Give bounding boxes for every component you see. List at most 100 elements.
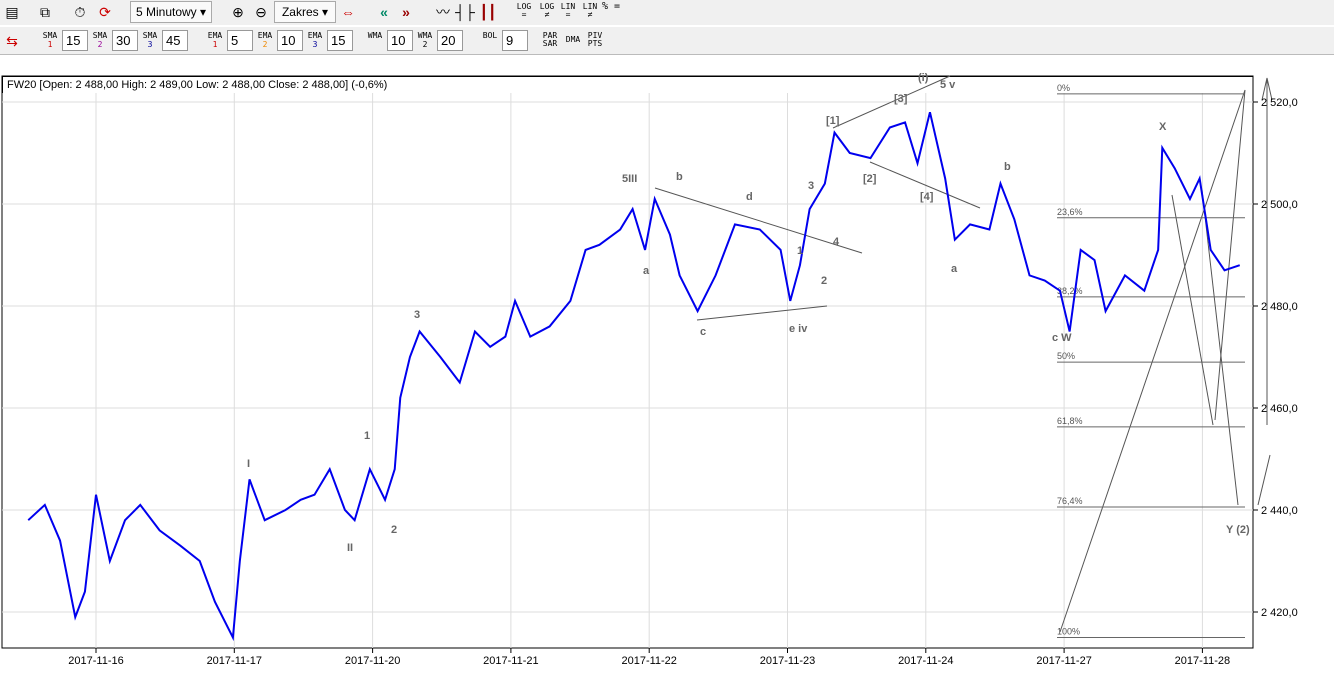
dma-button[interactable]: DMA <box>563 36 583 44</box>
indicator-sub: 1 <box>212 40 218 49</box>
y-tick-label: 2 460,0 <box>1261 403 1298 415</box>
range-label: Zakres <box>281 5 319 19</box>
wave-label: I <box>247 458 251 470</box>
y-tick-label: 2 420,0 <box>1261 607 1298 619</box>
wave-label: 3 <box>808 180 815 192</box>
price-series-line <box>27 111 1241 642</box>
candle-chart-icon[interactable]: ┃┃ <box>478 2 498 22</box>
trend-lines <box>654 75 1273 633</box>
wave-label: a <box>643 265 650 277</box>
x-tick-label: 2017-11-16 <box>68 655 123 667</box>
indicator-period-input[interactable]: 45 <box>162 30 188 51</box>
wave-label: c <box>700 326 707 338</box>
wave-label: e iv <box>789 323 808 335</box>
wave-label: (i) <box>918 72 929 84</box>
indicator-sub: 2 <box>262 40 268 49</box>
y-tick-label: 2 480,0 <box>1261 301 1298 313</box>
chart-view-icon[interactable]: ▤ <box>2 2 22 22</box>
lin-notequal-button[interactable]: LIN ≠ <box>580 3 600 19</box>
wave-label: a <box>951 263 958 275</box>
new-window-icon[interactable]: ⧉ <box>35 2 55 22</box>
indicator-period-input[interactable]: 20 <box>437 30 463 51</box>
y-tick-label: 2 500,0 <box>1261 199 1298 211</box>
indicator-label[interactable]: WMA <box>365 32 385 40</box>
indicator-label[interactable]: SMA <box>90 32 110 40</box>
log-notequal-button[interactable]: LOG ≠ <box>537 3 557 19</box>
wave-label: 5 v <box>940 79 956 91</box>
indicator-period-input[interactable]: 5 <box>227 30 253 51</box>
indicator-label[interactable]: EMA <box>255 32 275 40</box>
indicator-period-input[interactable]: 15 <box>327 30 353 51</box>
wave-label: [3] <box>894 93 908 105</box>
indicator-period-input[interactable]: 15 <box>62 30 88 51</box>
wave-label: b <box>1004 161 1011 173</box>
wave-label: b <box>676 171 683 183</box>
wave-label: 3 <box>414 309 421 321</box>
fib-level-label: 61,8% <box>1057 416 1083 426</box>
piv-pts-button[interactable]: PIV PTS <box>585 32 605 48</box>
indicator-label[interactable]: WMA <box>415 32 435 40</box>
stopwatch-icon[interactable]: ⏱ <box>70 2 90 22</box>
fib-level-label: 50% <box>1057 351 1075 361</box>
wave-label: II <box>347 542 354 554</box>
x-tick-label: 2017-11-27 <box>1036 655 1091 667</box>
wave-label: [2] <box>863 173 877 185</box>
price-chart[interactable]: 0%23,6%38,2%50%61,8%76,4%100% 2017-11-16… <box>0 0 1334 681</box>
range-dropdown[interactable]: Zakres ▾ <box>274 1 336 23</box>
indicator-label[interactable]: BOL <box>480 32 500 40</box>
indicator-sub: 2 <box>97 40 103 49</box>
interval-dropdown[interactable]: 5 Minutowy ▾ <box>130 1 212 23</box>
indicator-sub: 1 <box>47 40 53 49</box>
indicator-sub: 3 <box>147 40 153 49</box>
indicator-panel-icon[interactable]: ⇆ <box>2 31 22 51</box>
zoom-out-icon[interactable]: ⊖ <box>251 2 271 22</box>
line-chart-icon[interactable]: 〰 <box>433 2 453 22</box>
wave-label: 4 <box>833 236 840 248</box>
fib-level-label: 76,4% <box>1057 496 1083 506</box>
wave-label: [4] <box>920 191 934 203</box>
main-toolbar: ▤ ⧉ ⏱ ⟳ 5 Minutowy ▾ ⊕ ⊖ Zakres ▾ ⇔ « » … <box>0 0 1334 25</box>
wave-label: 2 <box>821 275 828 287</box>
ohlc-chart-icon[interactable]: ┤├ <box>455 2 475 22</box>
wave-label: X <box>1159 121 1167 133</box>
log-equal-button[interactable]: LOG = <box>514 3 534 19</box>
y-tick-label: 2 440,0 <box>1261 505 1298 517</box>
percent-button[interactable]: % = <box>601 2 621 12</box>
indicator-sub: 3 <box>312 40 318 49</box>
x-tick-label: 2017-11-20 <box>345 655 400 667</box>
plot-frame <box>1 75 1254 649</box>
x-tick-label: 2017-11-21 <box>483 655 538 667</box>
refresh-icon[interactable]: ⟳ <box>95 2 115 22</box>
indicator-toolbar: ⇆ SMA 1 15 SMA 2 30 SMA 3 45 EMA 1 5 EMA 2 1… <box>0 27 1334 55</box>
x-tick-label: 2017-11-24 <box>898 655 953 667</box>
wave-label: 1 <box>364 430 371 442</box>
x-tick-label: 2017-11-17 <box>207 655 262 667</box>
fit-range-icon[interactable]: ⇔ <box>338 2 358 22</box>
lin-equal-button[interactable]: LIN = <box>558 3 578 19</box>
scroll-left-icon[interactable]: « <box>374 2 394 22</box>
x-tick-label: 2017-11-28 <box>1175 655 1230 667</box>
indicator-label[interactable]: SMA <box>140 32 160 40</box>
indicator-label[interactable]: EMA <box>305 32 325 40</box>
indicator-period-input[interactable]: 30 <box>112 30 138 51</box>
scroll-right-icon[interactable]: » <box>396 2 416 22</box>
indicator-period-input[interactable]: 9 <box>502 30 528 51</box>
indicator-period-input[interactable]: 10 <box>387 30 413 51</box>
interval-label: 5 Minutowy <box>135 5 197 19</box>
indicator-label[interactable]: SMA <box>40 32 60 40</box>
chart-header: FW20 [Open: 2 488,00 High: 2 489,00 Low:… <box>2 76 1253 93</box>
y-tick-label: 2 520,0 <box>1261 97 1298 109</box>
zoom-in-icon[interactable]: ⊕ <box>228 2 248 22</box>
wave-label: [1] <box>826 115 840 127</box>
wave-label: 1 <box>797 245 804 257</box>
indicator-label[interactable]: EMA <box>205 32 225 40</box>
indicator-period-input[interactable]: 10 <box>277 30 303 51</box>
fib-level-label: 23,6% <box>1057 207 1083 217</box>
wave-label: 5III <box>622 173 638 185</box>
fib-level-label: 38,2% <box>1057 286 1083 296</box>
indicator-sub: 2 <box>422 40 428 49</box>
par-sar-button[interactable]: PAR SAR <box>540 32 560 48</box>
wave-label: Y (2) <box>1226 524 1250 536</box>
wave-label: c W <box>1052 332 1072 344</box>
fib-level-label: 100% <box>1057 627 1080 637</box>
